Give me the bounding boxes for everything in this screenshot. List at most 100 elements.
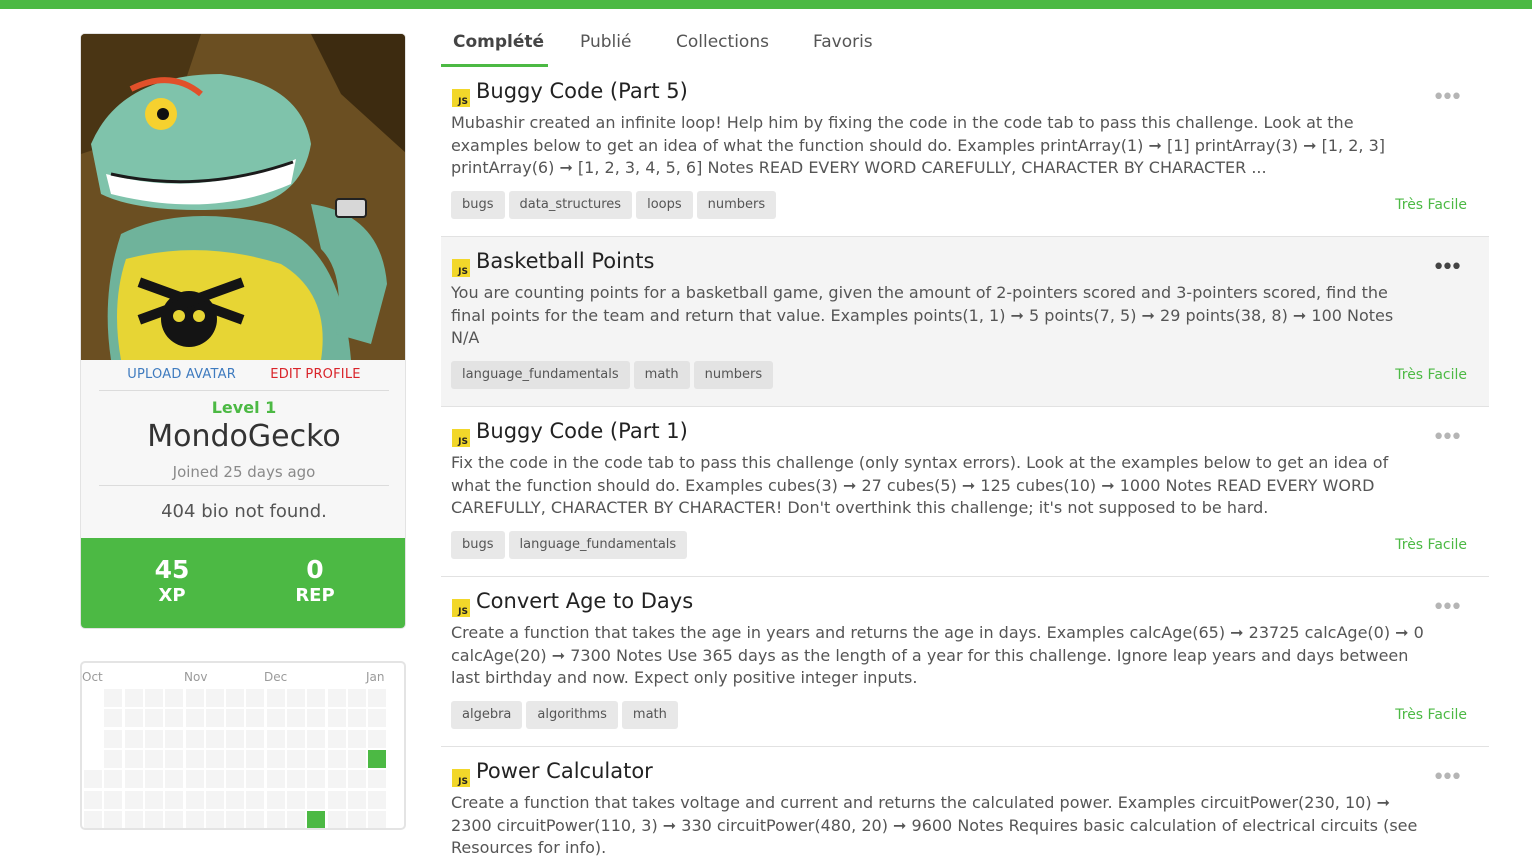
tag[interactable]: data_structures bbox=[508, 191, 633, 219]
activity-cell bbox=[327, 689, 346, 707]
activity-cell bbox=[246, 790, 265, 809]
challenge-title[interactable]: Convert Age to Days bbox=[476, 589, 693, 613]
challenge-title[interactable]: Buggy Code (Part 1) bbox=[476, 419, 688, 443]
activity-cell bbox=[144, 729, 163, 748]
activity-cell bbox=[226, 709, 245, 728]
tag[interactable]: language_fundamentals bbox=[451, 361, 630, 389]
activity-cell bbox=[246, 709, 265, 728]
activity-cell bbox=[287, 709, 305, 728]
username: MondoGecko bbox=[147, 419, 341, 454]
activity-cell bbox=[205, 810, 224, 828]
activity-cell bbox=[205, 749, 224, 768]
difficulty-label: Très Facile bbox=[1395, 197, 1467, 213]
challenge-title[interactable]: Basketball Points bbox=[476, 249, 654, 273]
month-label: Oct bbox=[82, 670, 103, 684]
activity-cell bbox=[205, 709, 224, 728]
challenge-item[interactable]: JS Convert Age to Days ••• Create a func… bbox=[441, 577, 1489, 747]
activity-cell bbox=[327, 790, 346, 809]
activity-cell bbox=[246, 770, 265, 789]
activity-cell bbox=[165, 790, 184, 809]
month-label: Dec bbox=[264, 670, 288, 684]
tag[interactable]: math bbox=[621, 701, 678, 729]
challenge-item[interactable]: JS Buggy Code (Part 1) ••• Fix the code … bbox=[441, 407, 1489, 577]
activity-cell bbox=[165, 749, 184, 768]
activity-cell bbox=[185, 749, 204, 768]
activity-cell bbox=[124, 709, 143, 728]
activity-cell bbox=[347, 709, 366, 728]
tag[interactable]: numbers bbox=[696, 191, 777, 219]
javascript-icon: JS bbox=[452, 89, 470, 107]
activity-cell bbox=[226, 729, 245, 748]
user-bio: 404 bio not found. bbox=[161, 501, 327, 522]
activity-cell bbox=[287, 689, 305, 707]
activity-cell bbox=[266, 689, 285, 707]
activity-cell bbox=[307, 790, 326, 809]
tag[interactable]: algebra bbox=[451, 701, 523, 729]
activity-cell bbox=[205, 790, 224, 809]
more-options-icon[interactable]: ••• bbox=[1432, 427, 1463, 449]
activity-cell bbox=[287, 790, 305, 809]
tag[interactable]: loops bbox=[636, 191, 693, 219]
more-options-icon[interactable]: ••• bbox=[1432, 597, 1463, 619]
tab-collections[interactable]: Collections bbox=[676, 32, 769, 52]
activity-cell bbox=[124, 689, 143, 707]
divider bbox=[99, 390, 389, 391]
activity-cell bbox=[287, 770, 305, 789]
difficulty-label: Très Facile bbox=[1395, 707, 1467, 723]
difficulty-label: Très Facile bbox=[1395, 367, 1467, 383]
tag[interactable]: bugs bbox=[451, 531, 505, 559]
avatar bbox=[81, 34, 405, 360]
challenge-description: Mubashir created an infinite loop! Help … bbox=[451, 113, 1385, 177]
activity-cell bbox=[266, 749, 285, 768]
more-options-icon[interactable]: ••• bbox=[1432, 87, 1463, 109]
tag[interactable]: bugs bbox=[451, 191, 505, 219]
xp-stat: 45 XP bbox=[112, 556, 232, 608]
activity-cell bbox=[226, 770, 245, 789]
activity-cell bbox=[185, 689, 204, 707]
activity-cell bbox=[246, 749, 265, 768]
tag[interactable]: algorithms bbox=[526, 701, 618, 729]
activity-cell bbox=[205, 729, 224, 748]
tab-favorites[interactable]: Favoris bbox=[813, 32, 873, 52]
tag[interactable]: numbers bbox=[693, 361, 774, 389]
challenge-item[interactable]: JS Basketball Points ••• You are countin… bbox=[441, 237, 1489, 407]
activity-cell bbox=[307, 689, 326, 707]
activity-cell bbox=[368, 770, 387, 789]
activity-cell bbox=[266, 810, 285, 828]
more-options-icon[interactable]: ••• bbox=[1432, 257, 1463, 279]
more-options-icon[interactable]: ••• bbox=[1432, 767, 1463, 789]
tab-complete[interactable]: Complété bbox=[453, 32, 544, 52]
profile-links: UPLOAD AVATAR EDIT PROFILE bbox=[81, 367, 405, 382]
challenge-description: You are counting points for a basketball… bbox=[451, 283, 1394, 347]
activity-cell bbox=[185, 729, 204, 748]
challenge-title[interactable]: Buggy Code (Part 5) bbox=[476, 79, 688, 103]
activity-cell bbox=[347, 749, 366, 768]
activity-cell bbox=[205, 689, 224, 707]
upload-avatar-link[interactable]: UPLOAD AVATAR bbox=[127, 367, 236, 382]
tag[interactable]: math bbox=[633, 361, 690, 389]
activity-cell bbox=[104, 770, 123, 789]
javascript-icon: JS bbox=[452, 259, 470, 277]
challenge-item[interactable]: JS Power Calculator ••• Create a functio… bbox=[441, 747, 1489, 857]
activity-cell bbox=[327, 749, 346, 768]
activity-cell bbox=[226, 810, 245, 828]
activity-cell bbox=[368, 689, 387, 707]
activity-cell bbox=[307, 729, 326, 748]
activity-cell bbox=[347, 689, 366, 707]
activity-cell bbox=[246, 689, 265, 707]
activity-cell bbox=[368, 810, 387, 828]
challenge-title[interactable]: Power Calculator bbox=[476, 759, 653, 783]
activity-cell bbox=[104, 709, 123, 728]
activity-cell bbox=[205, 770, 224, 789]
activity-cell bbox=[307, 770, 326, 789]
tag[interactable]: language_fundamentals bbox=[508, 531, 688, 559]
challenge-item[interactable]: JS Buggy Code (Part 5) ••• Mubashir crea… bbox=[441, 67, 1489, 237]
activity-cell bbox=[104, 790, 123, 809]
activity-cell bbox=[266, 790, 285, 809]
tag-list: algebra algorithms math bbox=[451, 701, 682, 729]
tab-published[interactable]: Publié bbox=[580, 32, 631, 52]
activity-cell bbox=[287, 749, 305, 768]
joined-date: Joined 25 days ago bbox=[172, 463, 316, 481]
activity-cell bbox=[347, 770, 366, 789]
edit-profile-link[interactable]: EDIT PROFILE bbox=[270, 367, 360, 382]
